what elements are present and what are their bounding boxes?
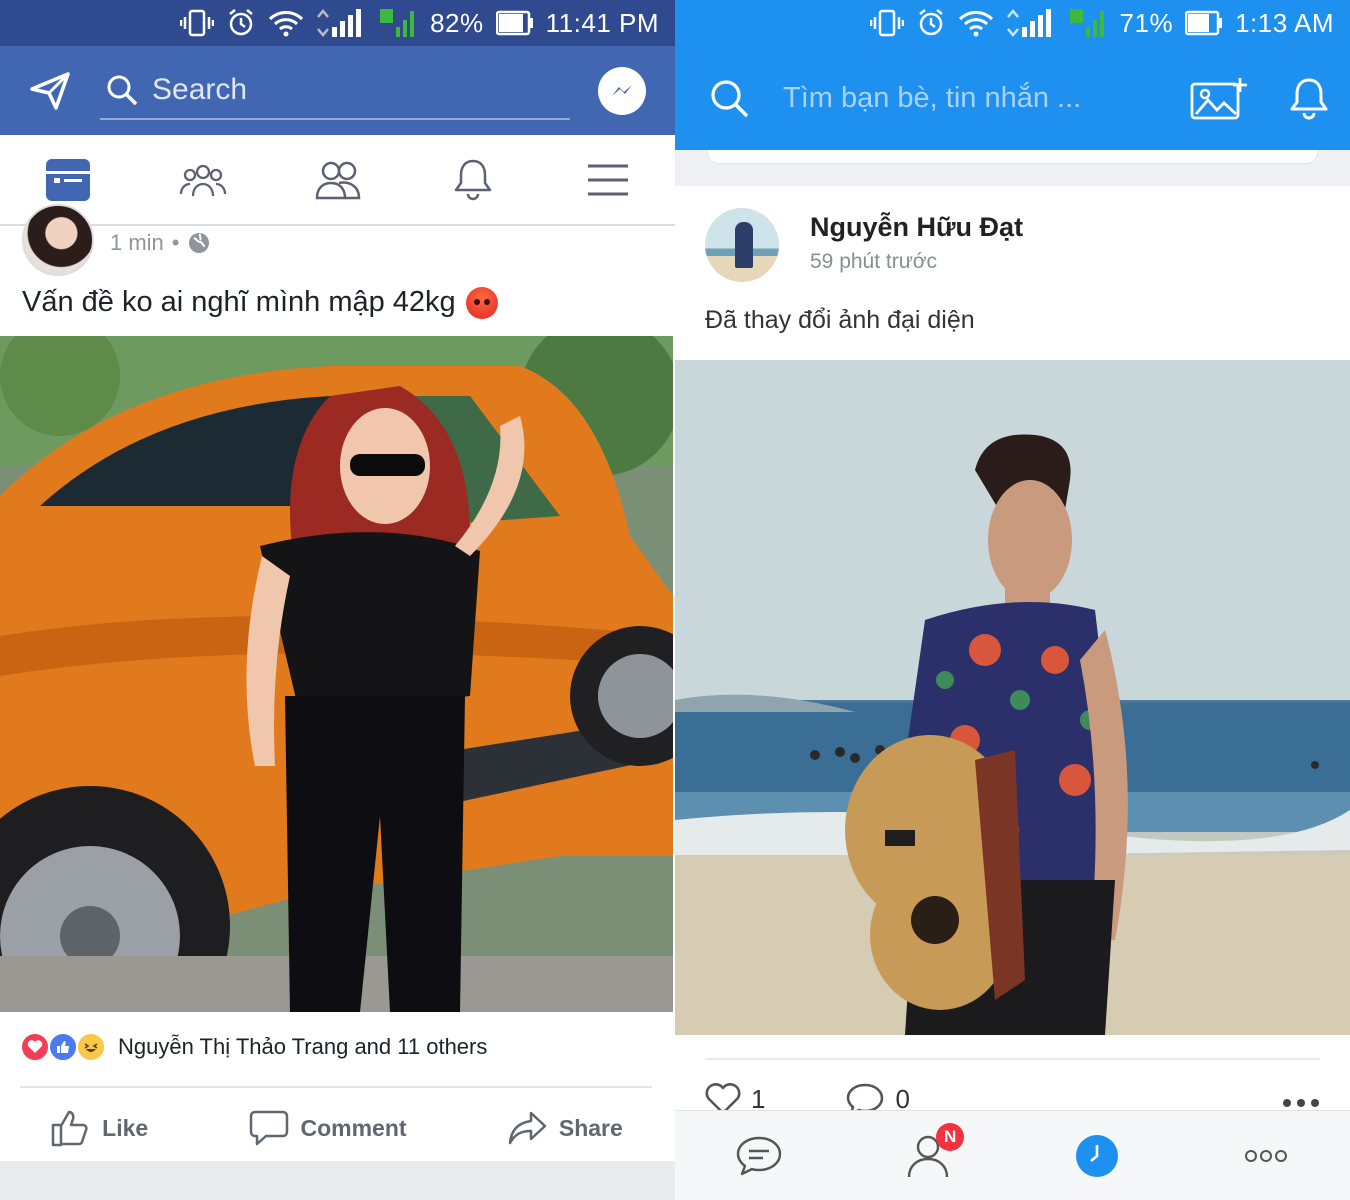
- zalo-app-panel: 71% 1:13 AM Nguyễn Hữu Đạt 59 phút trước…: [675, 0, 1350, 1200]
- post-photo-image: [0, 336, 673, 1012]
- hamburger-menu-icon: [587, 164, 628, 195]
- comment-icon: [249, 1110, 288, 1146]
- facebook-app-panel: 82% 11:41 PM Search 1 min • Vấn đề ko ai…: [0, 0, 675, 1200]
- zalo-top-bar: [675, 46, 1350, 150]
- paper-plane-icon: [30, 71, 70, 110]
- notifications-button[interactable]: [1279, 68, 1339, 128]
- share-button[interactable]: Share: [507, 1110, 623, 1146]
- signal-sim2-icon: [378, 7, 418, 39]
- vibrate-icon: [869, 8, 904, 38]
- search-input[interactable]: [152, 72, 552, 107]
- battery-icon: [495, 10, 534, 36]
- status-bar: 71% 1:13 AM: [675, 0, 1350, 46]
- camera-send-button[interactable]: [0, 71, 100, 111]
- search-button[interactable]: [675, 78, 783, 118]
- alarm-icon: [226, 8, 256, 38]
- alarm-icon: [916, 8, 946, 38]
- tab-news-feed[interactable]: [33, 145, 103, 215]
- friends-icon: [315, 161, 360, 199]
- add-image-icon: [1190, 78, 1247, 120]
- like-reaction-icon: [48, 1032, 78, 1062]
- battery-icon: [1185, 10, 1223, 36]
- zalo-timeline-post: Nguyễn Hữu Đạt 59 phút trước Đã thay đổi…: [675, 186, 1350, 1116]
- signal-sim1-icon: [1006, 7, 1056, 39]
- post-photo[interactable]: [0, 336, 673, 1012]
- divider: [705, 1058, 1320, 1060]
- reaction-summary[interactable]: Nguyễn Thị Thảo Trang and 11 others: [20, 1032, 487, 1062]
- post-photo-button[interactable]: [1189, 68, 1249, 128]
- comparison-screenshot: 82% 11:41 PM Search 1 min • Vấn đề ko ai…: [0, 0, 1350, 1200]
- chat-bubble-icon: [737, 1136, 782, 1175]
- tab-friends[interactable]: [303, 145, 373, 215]
- post-actions: Like Comment Share: [0, 1098, 673, 1158]
- wifi-icon: [268, 9, 304, 37]
- groups-icon: [179, 164, 226, 196]
- reaction-names: Nguyễn Thị Thảo Trang and 11 others: [118, 1034, 488, 1059]
- post-time: 59 phút trước: [810, 250, 938, 273]
- messenger-icon: [612, 84, 632, 96]
- post-caption-text: Vấn đề ko ai nghĩ mình mập 42kg: [22, 286, 456, 318]
- search-icon: [107, 75, 138, 105]
- facebook-tab-bar: [0, 135, 675, 226]
- comment-button[interactable]: Comment: [249, 1109, 407, 1147]
- status-bar: 82% 11:41 PM: [0, 0, 675, 46]
- messenger-button[interactable]: [598, 66, 646, 115]
- post-caption: Đã thay đổi ảnh đại diện: [705, 306, 975, 334]
- signal-sim1-icon: [316, 7, 366, 39]
- tab-groups[interactable]: [168, 145, 238, 215]
- haha-reaction-icon: [76, 1032, 106, 1062]
- nav-more[interactable]: [1226, 1121, 1306, 1191]
- comment-label: Comment: [300, 1114, 407, 1141]
- post-photo[interactable]: [675, 360, 1350, 1035]
- love-reaction-icon: [20, 1032, 50, 1062]
- post-meta: 1 min •: [110, 230, 210, 256]
- bell-icon: [454, 159, 491, 200]
- tab-menu[interactable]: [573, 145, 643, 215]
- clock-icon: [1075, 1134, 1118, 1177]
- post-caption: Vấn đề ko ai nghĩ mình mập 42kg: [22, 286, 498, 319]
- tab-notifications[interactable]: [438, 145, 508, 215]
- facebook-post: 1 min • Vấn đề ko ai nghĩ mình mập 42kg: [0, 204, 675, 1161]
- nav-timeline[interactable]: [1057, 1121, 1137, 1191]
- nav-contacts[interactable]: N: [888, 1121, 968, 1191]
- wifi-icon: [958, 9, 994, 37]
- zalo-bottom-nav: N: [675, 1110, 1350, 1200]
- battery-percent: 71%: [1119, 7, 1174, 38]
- meta-separator: •: [171, 230, 180, 255]
- bell-icon: [1290, 78, 1328, 120]
- clock: 11:41 PM: [545, 7, 659, 38]
- clock: 1:13 AM: [1235, 7, 1334, 38]
- more-dots-icon: [1244, 1149, 1287, 1162]
- author-avatar[interactable]: [22, 204, 94, 276]
- search-icon: [711, 80, 749, 118]
- divider: [20, 1086, 652, 1088]
- battery-percent: 82%: [430, 7, 484, 38]
- share-arrow-icon: [508, 1111, 547, 1145]
- search-input[interactable]: [783, 81, 1153, 115]
- author-name[interactable]: Nguyễn Hữu Đạt: [810, 212, 1023, 243]
- composer-card-edge: [707, 150, 1318, 164]
- facebook-top-bar: [0, 46, 675, 135]
- news-feed-icon: [45, 158, 90, 201]
- more-dots-icon: [1283, 1098, 1319, 1107]
- angry-emoji-icon: [465, 286, 498, 319]
- signal-sim2-icon: [1068, 7, 1108, 39]
- post-photo-image: [675, 360, 1350, 1035]
- like-label: Like: [102, 1114, 149, 1141]
- author-avatar[interactable]: [705, 208, 779, 282]
- feed-gap: [0, 1161, 675, 1200]
- vibrate-icon: [180, 8, 215, 38]
- thumbs-up-icon: [51, 1110, 88, 1147]
- new-badge: N: [936, 1122, 965, 1151]
- post-time[interactable]: 1 min: [110, 230, 164, 256]
- search-bar[interactable]: [100, 62, 570, 120]
- globe-icon: [188, 233, 209, 253]
- nav-messages[interactable]: [719, 1121, 799, 1191]
- share-label: Share: [558, 1114, 623, 1141]
- like-button[interactable]: Like: [50, 1108, 148, 1148]
